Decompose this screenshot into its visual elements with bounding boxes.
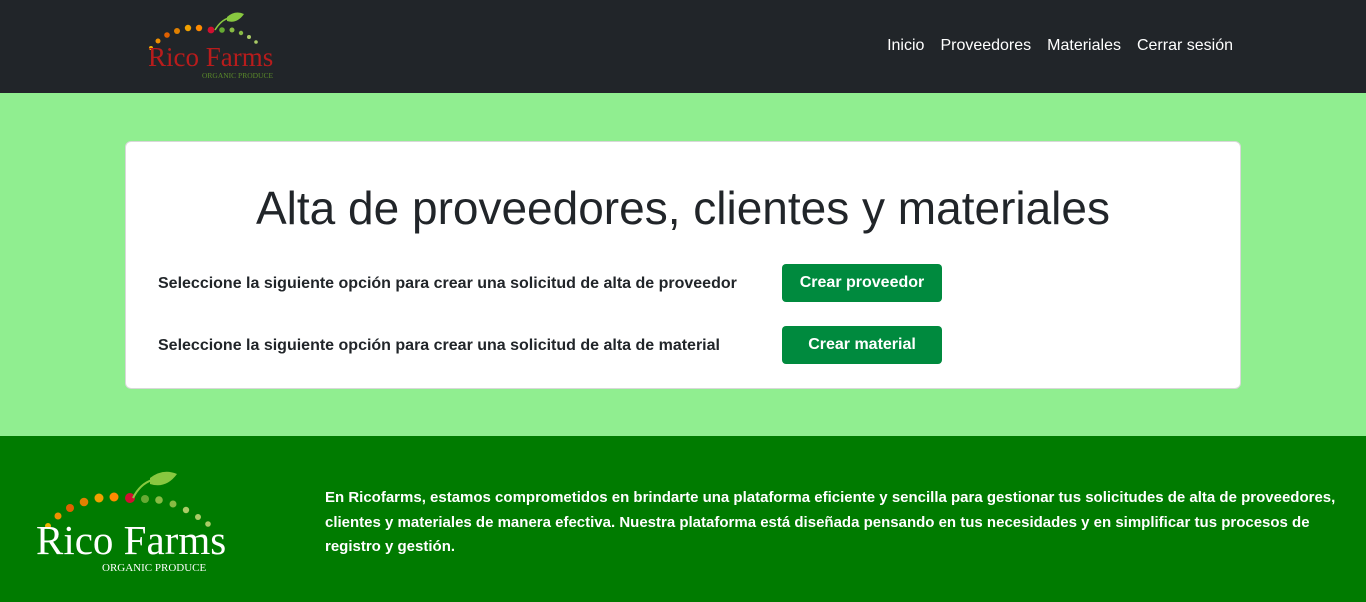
options-card: Alta de proveedores, clientes y material…: [125, 141, 1241, 389]
crear-material-button[interactable]: Crear material: [782, 326, 942, 364]
nav-links: Inicio Proveedores Materiales Cerrar ses…: [887, 36, 1233, 56]
proveedor-option-label: Seleccione la siguiente opción para crea…: [158, 275, 737, 292]
nav-link-cerrar-sesion[interactable]: Cerrar sesión: [1137, 36, 1233, 56]
footer: Rico Farms ORGANIC PRODUCE En Ricofarms,…: [0, 436, 1366, 602]
brand-logo[interactable]: Rico Farms ORGANIC PRODUCE: [143, 8, 318, 83]
material-option-label: Seleccione la siguiente opción para crea…: [158, 337, 720, 354]
logo-brand-text: Rico Farms: [148, 42, 273, 72]
footer-logo-tagline-text: ORGANIC PRODUCE: [102, 562, 206, 574]
footer-logo-brand-text: Rico Farms: [36, 517, 226, 563]
nav-link-inicio[interactable]: Inicio: [887, 36, 924, 56]
page-title: Alta de proveedores, clientes y material…: [256, 182, 1110, 234]
logo-tagline-text: ORGANIC PRODUCE: [202, 71, 273, 80]
nav-link-materiales[interactable]: Materiales: [1047, 36, 1121, 56]
crear-proveedor-button[interactable]: Crear proveedor: [782, 264, 942, 302]
nav-link-proveedores[interactable]: Proveedores: [940, 36, 1031, 56]
navbar: Rico Farms ORGANIC PRODUCE Inicio Provee…: [0, 0, 1366, 93]
main-section: Alta de proveedores, clientes y material…: [0, 93, 1366, 436]
footer-description: En Ricofarms, estamos comprometidos en b…: [325, 489, 1336, 555]
footer-logo: Rico Farms ORGANIC PRODUCE: [30, 464, 295, 579]
